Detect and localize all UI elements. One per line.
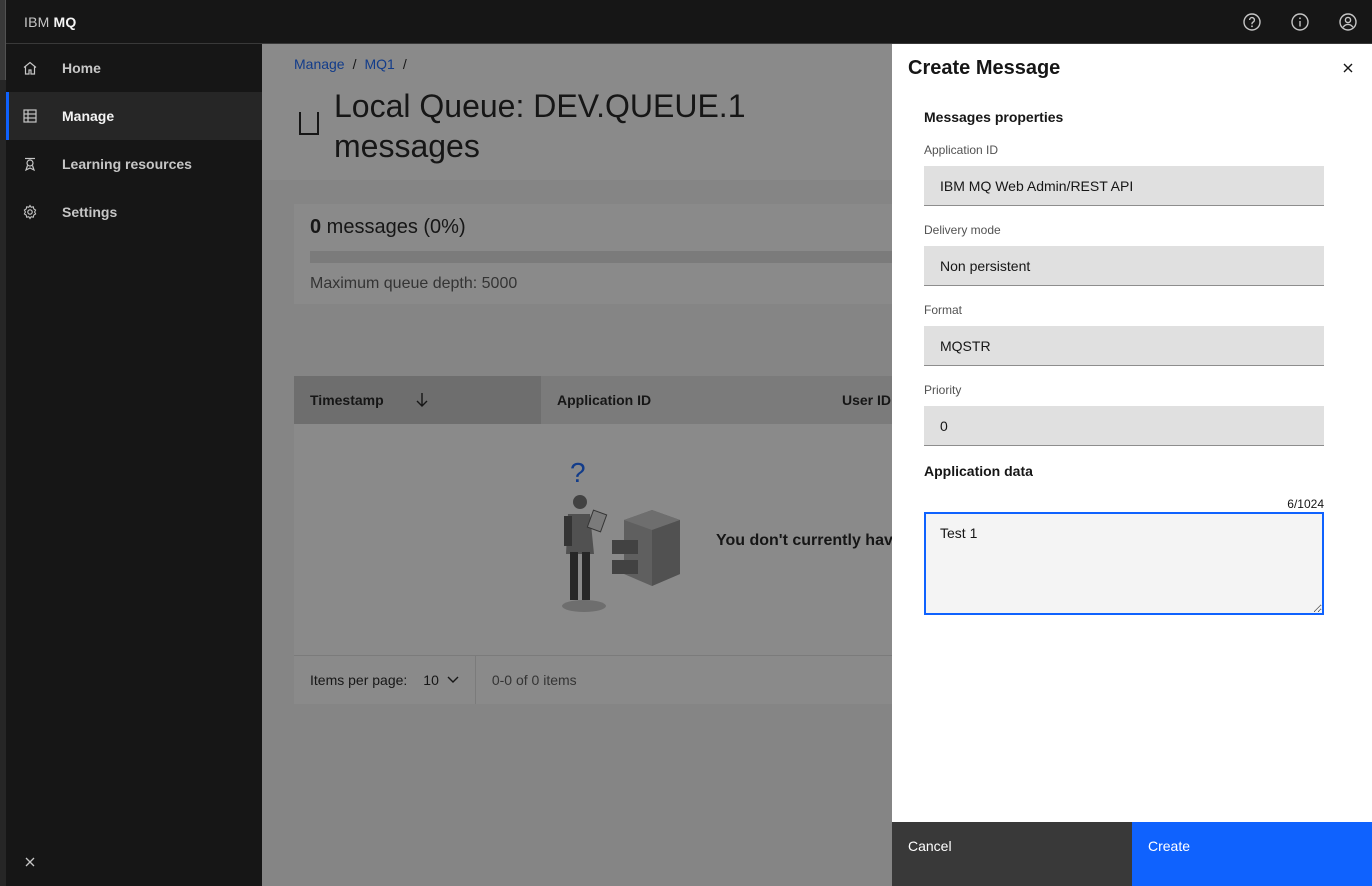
gear-icon <box>6 204 54 220</box>
side-nav: Home Manage Learning resources Settings <box>6 44 262 886</box>
info-icon <box>1291 13 1309 31</box>
table-icon <box>6 108 54 124</box>
collapse-nav-button[interactable] <box>20 852 40 872</box>
close-icon <box>1343 63 1353 73</box>
close-icon <box>25 857 35 867</box>
nav-item-settings[interactable]: Settings <box>6 188 262 236</box>
user-avatar-icon <box>1339 13 1357 31</box>
home-icon <box>6 60 54 76</box>
help-icon <box>1243 13 1261 31</box>
priority-label: Priority <box>924 383 962 397</box>
close-panel-button[interactable] <box>1338 58 1358 78</box>
panel-title: Create Message <box>908 57 1061 79</box>
help-button[interactable] <box>1228 0 1276 44</box>
application-data-textarea[interactable]: Test 1 <box>924 512 1324 615</box>
application-id-label: Application ID <box>924 143 999 157</box>
create-message-panel: Create Message Messages properties Appli… <box>892 44 1372 886</box>
nav-item-manage[interactable]: Manage <box>6 92 262 140</box>
nav-item-label: Learning resources <box>62 156 192 172</box>
info-button[interactable] <box>1276 0 1324 44</box>
app-header: IBM MQ <box>6 0 1372 44</box>
format-label: Format <box>924 303 963 317</box>
brand-product: MQ <box>53 13 77 30</box>
application-id-field[interactable] <box>924 166 1324 206</box>
nav-item-label: Home <box>62 60 101 76</box>
header-actions <box>1228 0 1372 44</box>
user-button[interactable] <box>1324 0 1372 44</box>
brand-prefix: IBM <box>24 13 50 30</box>
delivery-mode-label: Delivery mode <box>924 223 1001 237</box>
cancel-button[interactable]: Cancel <box>892 822 1132 886</box>
nav-item-learning-resources[interactable]: Learning resources <box>6 140 262 188</box>
panel-footer: Cancel Create <box>892 822 1372 886</box>
messages-properties-heading: Messages properties <box>924 109 1064 125</box>
create-button[interactable]: Create <box>1132 822 1372 886</box>
nav-item-label: Settings <box>62 204 118 220</box>
learning-icon <box>6 156 54 172</box>
brand-logo[interactable]: IBM MQ <box>24 14 76 30</box>
nav-item-home[interactable]: Home <box>6 44 262 92</box>
delivery-mode-field[interactable] <box>924 246 1324 286</box>
application-data-heading: Application data <box>924 463 1033 479</box>
nav-item-label: Manage <box>62 108 115 124</box>
modal-overlay[interactable] <box>262 44 892 886</box>
character-counter: 6/1024 <box>1287 497 1324 511</box>
format-field[interactable] <box>924 326 1324 366</box>
priority-field[interactable] <box>924 406 1324 446</box>
